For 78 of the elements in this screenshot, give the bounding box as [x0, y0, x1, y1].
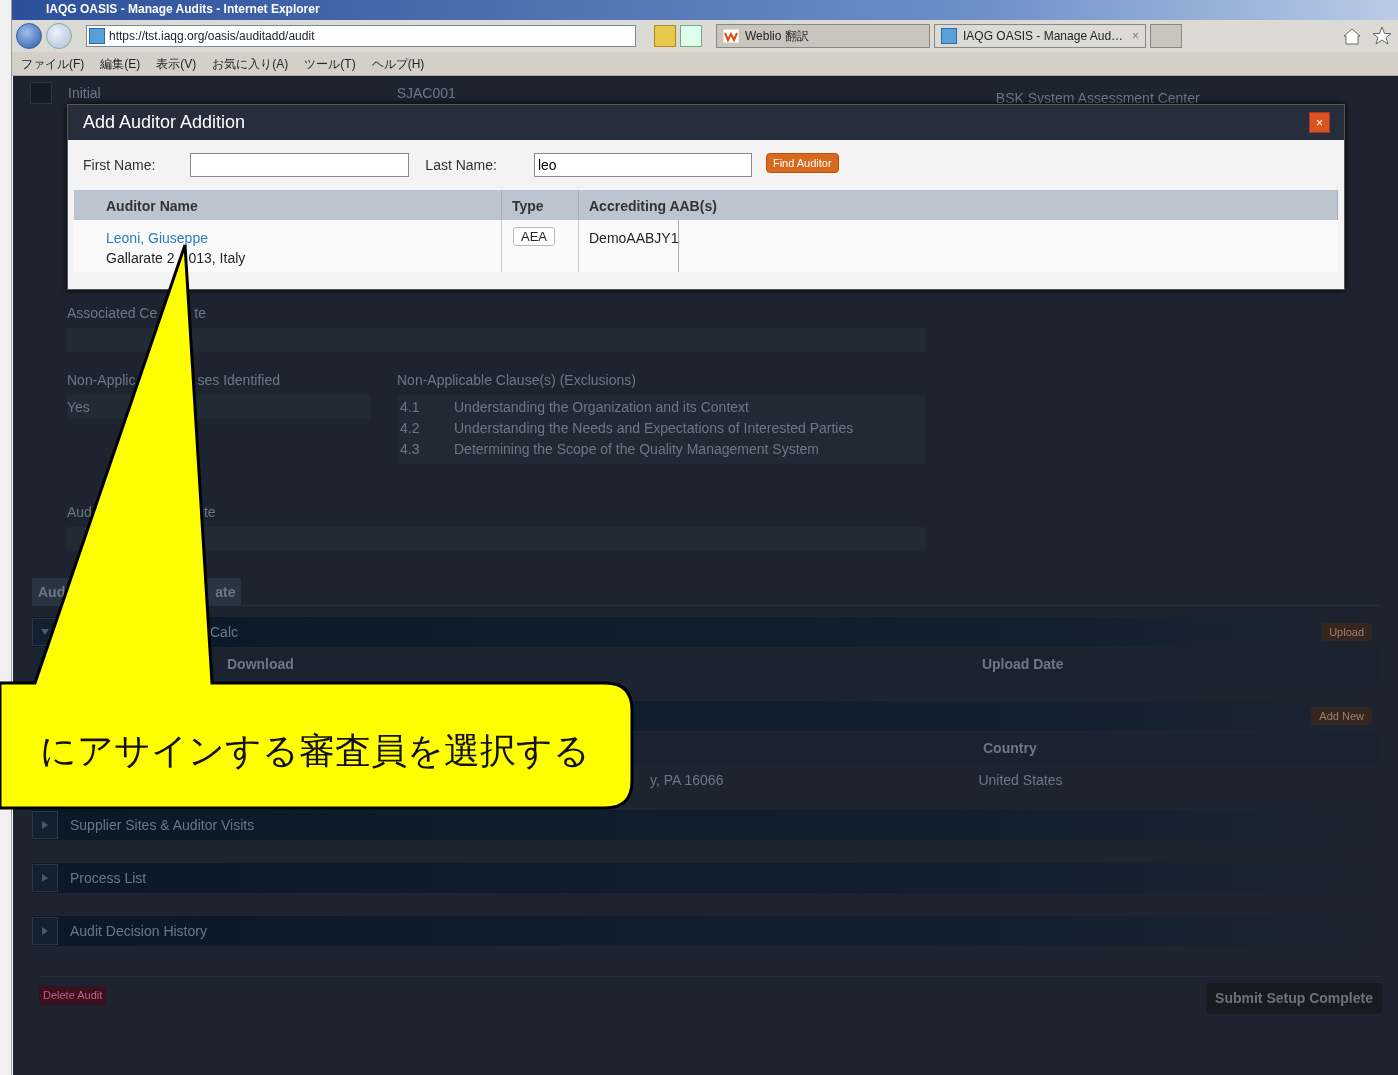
menu-item[interactable]: 編集(E): [100, 54, 141, 73]
delete-audit-button[interactable]: Delete Audit: [39, 986, 107, 1005]
column-header: Upload Date: [981, 654, 1064, 674]
tab-label: Weblio 翻訳: [745, 28, 809, 45]
menu-item[interactable]: ツール(T): [304, 54, 356, 73]
auditor-type: AEA: [513, 227, 555, 246]
organization-name: BSK System Assessment Center: [995, 88, 1200, 108]
aab-cell: DemoAABJY1: [589, 230, 679, 246]
clause-number: 4.3: [400, 440, 421, 459]
clause-title: Understanding the Organization and its Context: [454, 398, 749, 417]
section-title: Calc: [210, 622, 238, 642]
browser-tab[interactable]: IAQG OASIS - Manage Aud… ×: [934, 24, 1146, 48]
callout-text: にアサインする審査員を選択する: [40, 729, 590, 773]
site-icon: [941, 28, 957, 44]
site-icon: [89, 28, 105, 44]
expand-toggle[interactable]: [32, 811, 58, 839]
column-header: Accrediting AAB(s): [589, 198, 717, 214]
clause-title: Determining the Scope of the Quality Management System: [454, 440, 819, 459]
site-icon: [723, 29, 739, 43]
auditor-location: 013, Italy: [188, 249, 246, 268]
field-label: Aud: [67, 503, 92, 522]
auditor-link[interactable]: Leoni, Giuseppe: [106, 228, 501, 248]
back-button[interactable]: [16, 23, 42, 49]
close-button[interactable]: ×: [1309, 112, 1330, 133]
column-header: Type: [512, 198, 544, 214]
table-cell-text: United States: [978, 770, 1063, 790]
last-name-field[interactable]: leo: [533, 153, 752, 177]
submit-setup-complete-button[interactable]: Submit Setup Complete: [1206, 983, 1382, 1014]
star-icon[interactable]: [1372, 26, 1392, 46]
menu-item[interactable]: 表示(V): [156, 54, 197, 73]
field-label: ses Identified: [197, 371, 280, 390]
column-header: Auditor Name: [106, 198, 198, 214]
caret-right-icon: [41, 927, 49, 935]
tab-label: Aud: [38, 582, 66, 602]
audit-code: SJAC001: [396, 83, 456, 103]
section-title: Process List: [70, 868, 147, 888]
forward-button[interactable]: [46, 23, 72, 49]
section-title: Supplier Sites & Auditor Visits: [70, 815, 255, 835]
window-title: IAQG OASIS - Manage Audits - Internet Explorer: [12, 0, 1398, 20]
address-text: https://tst.iaqg.org/oasis/auditadd/audit: [109, 28, 315, 45]
field-label: te: [194, 304, 206, 323]
status-icon: [30, 82, 52, 104]
caret-down-icon: [41, 628, 49, 636]
home-icon[interactable]: [1342, 26, 1362, 46]
status-text: Initial: [68, 83, 101, 103]
field-label: Non-Applicable Clause(s) (Exclusions): [397, 371, 637, 390]
dialog-title: Add Auditor Addition: [83, 111, 246, 134]
menu-item[interactable]: お気に入り(A): [212, 54, 289, 73]
close-tab-icon[interactable]: ×: [1132, 27, 1139, 45]
field-label: Non-Applic: [67, 371, 136, 390]
address-field[interactable]: https://tst.iaqg.org/oasis/auditadd/audit: [86, 25, 636, 47]
menu-item[interactable]: ヘルプ(H): [371, 54, 425, 73]
field-label: First Name:: [83, 155, 156, 175]
auditor-location: Gallarate 2: [106, 249, 175, 268]
field-value: Yes: [67, 399, 90, 415]
clause-number: 4.1: [400, 398, 421, 417]
tab-label: ate: [215, 582, 236, 602]
browser-tab[interactable]: Weblio 翻訳: [716, 24, 930, 48]
section-button[interactable]: Add New: [1311, 706, 1372, 726]
expand-toggle[interactable]: [32, 864, 58, 892]
column-header: Download: [227, 654, 294, 674]
expand-toggle[interactable]: [32, 917, 58, 945]
caret-right-icon: [41, 874, 49, 882]
clause-number: 4.2: [400, 419, 421, 438]
first-name-field[interactable]: [190, 153, 410, 177]
section-title: Audit Decision History: [70, 921, 207, 941]
find-auditor-button[interactable]: Find Auditor: [765, 152, 839, 174]
field-label: Associated Ce: [67, 304, 158, 323]
new-tab-button[interactable]: [1150, 24, 1182, 48]
menu-item[interactable]: ファイル(F): [21, 54, 85, 73]
table-cell-text: y, PA 16066: [650, 770, 724, 790]
section-button[interactable]: Upload: [1321, 622, 1372, 642]
column-header: Country: [983, 738, 1037, 758]
field-label: te: [203, 503, 216, 522]
tab-label: IAQG OASIS - Manage Aud…: [963, 28, 1124, 45]
caret-right-icon: [41, 821, 49, 829]
field-label: Last Name:: [425, 155, 497, 175]
clause-title: Understanding the Needs and Expectations of Interested Parties: [454, 419, 854, 438]
